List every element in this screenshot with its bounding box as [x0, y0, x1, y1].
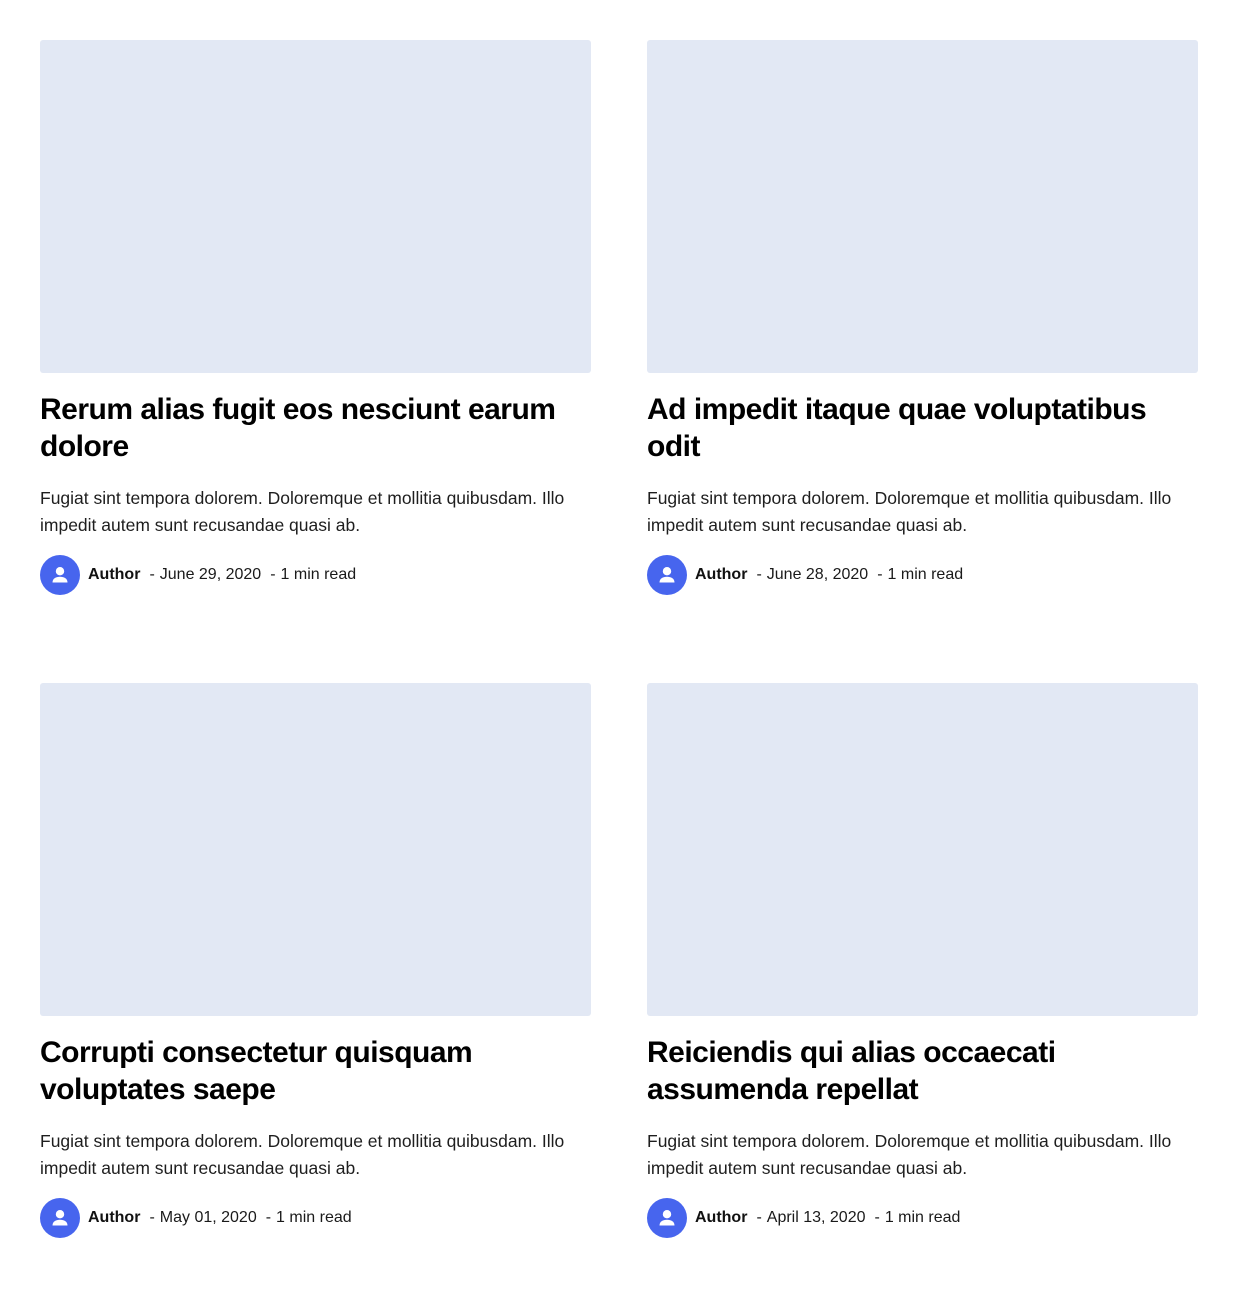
meta-separator: -	[149, 1209, 155, 1226]
user-icon	[52, 567, 68, 583]
post-image-placeholder[interactable]	[647, 40, 1198, 373]
read-time: 1 min read	[276, 1209, 352, 1226]
user-icon	[659, 567, 675, 583]
post-title[interactable]: Rerum alias fugit eos nesciunt earum dol…	[40, 391, 591, 465]
read-time: 1 min read	[887, 566, 964, 583]
author-name[interactable]: Author	[88, 1209, 140, 1227]
meta-separator: -	[874, 1209, 880, 1226]
author-name[interactable]: Author	[88, 566, 140, 584]
post-date: June 29, 2020	[159, 566, 262, 583]
user-icon	[52, 1210, 68, 1226]
post-title[interactable]: Ad impedit itaque quae voluptatibus odit	[647, 391, 1198, 465]
post-meta: Author - June 29, 2020 - 1 min read	[40, 555, 356, 595]
meta-separator: -	[877, 566, 883, 583]
post-excerpt: Fugiat sint tempora dolorem. Doloremque …	[40, 1131, 565, 1178]
author-name[interactable]: Author	[695, 566, 747, 584]
post-card[interactable]: Ad impedit itaque quae voluptatibus odit…	[647, 40, 1198, 595]
author-avatar[interactable]	[647, 555, 687, 595]
author-name[interactable]: Author	[695, 1209, 747, 1227]
post-meta: Author - May 01, 2020 - 1 min read	[40, 1198, 352, 1238]
post-excerpt: Fugiat sint tempora dolorem. Doloremque …	[40, 488, 565, 535]
post-meta: Author - June 28, 2020 - 1 min read	[647, 555, 963, 595]
post-date: June 28, 2020	[766, 566, 869, 583]
read-time: 1 min read	[280, 566, 357, 583]
meta-separator: -	[265, 1209, 272, 1226]
post-date: April 13, 2020	[766, 1209, 866, 1226]
post-title[interactable]: Reiciendis qui alias occaecati assumenda…	[647, 1034, 1198, 1108]
post-meta: Author - April 13, 2020 - 1 min read	[647, 1198, 960, 1238]
meta-separator: -	[756, 566, 762, 583]
user-icon	[659, 1210, 675, 1226]
post-image-placeholder[interactable]	[647, 683, 1198, 1016]
author-avatar[interactable]	[647, 1198, 687, 1238]
meta-separator: -	[756, 1209, 762, 1226]
post-image-placeholder[interactable]	[40, 683, 591, 1016]
post-card[interactable]: Corrupti consectetur quisquam voluptates…	[40, 683, 591, 1238]
read-time: 1 min read	[884, 1209, 961, 1226]
meta-separator: -	[149, 566, 155, 583]
post-excerpt: Fugiat sint tempora dolorem. Doloremque …	[647, 488, 1172, 535]
post-title[interactable]: Corrupti consectetur quisquam voluptates…	[40, 1034, 591, 1108]
post-card[interactable]: Reiciendis qui alias occaecati assumenda…	[647, 683, 1198, 1238]
post-card[interactable]: Rerum alias fugit eos nesciunt earum dol…	[40, 40, 591, 595]
author-avatar[interactable]	[40, 555, 80, 595]
post-date: May 01, 2020	[159, 1209, 257, 1226]
author-avatar[interactable]	[40, 1198, 80, 1238]
meta-separator: -	[270, 566, 276, 583]
post-image-placeholder[interactable]	[40, 40, 591, 373]
post-grid: Rerum alias fugit eos nesciunt earum dol…	[40, 40, 1198, 1238]
post-excerpt: Fugiat sint tempora dolorem. Doloremque …	[647, 1131, 1172, 1178]
